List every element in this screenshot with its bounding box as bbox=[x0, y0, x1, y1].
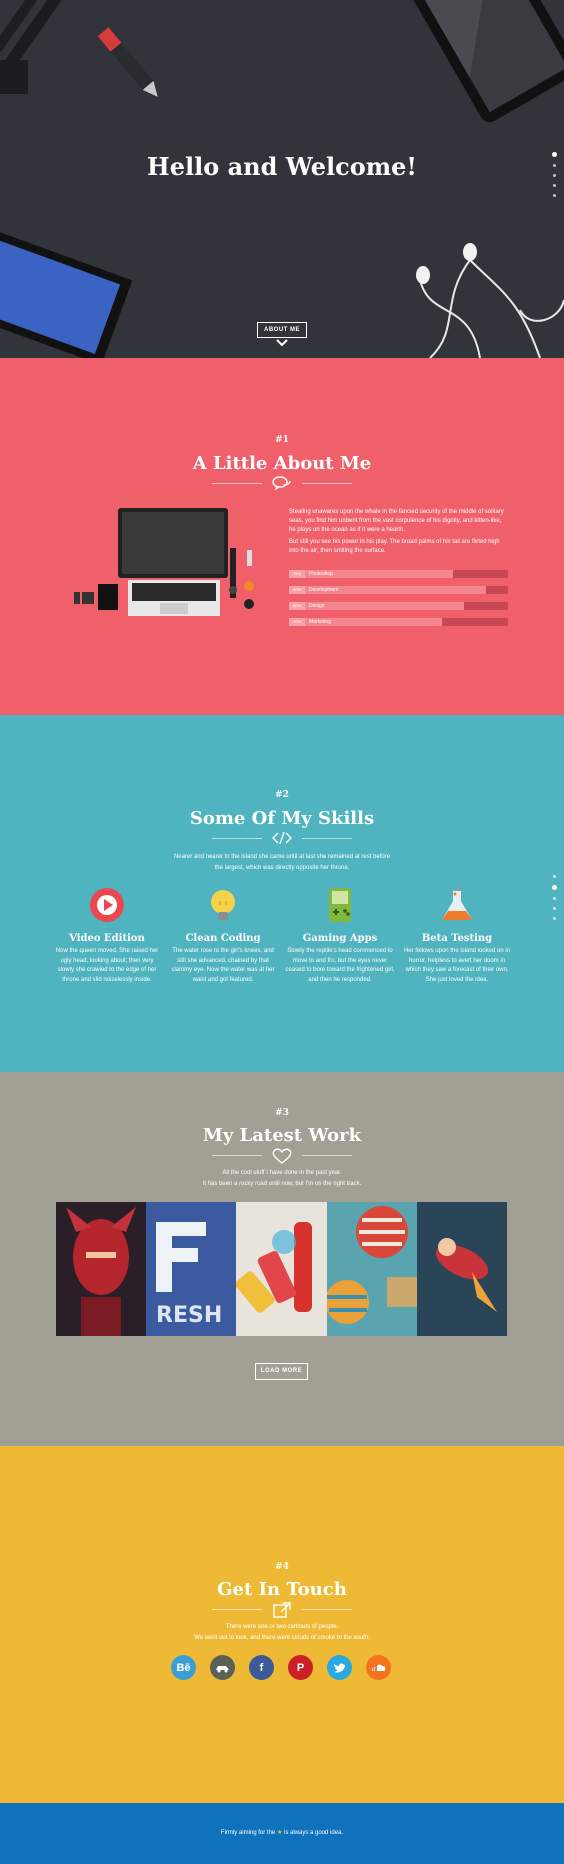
work-intro-line-1: All the cool stuff I have done in the pa… bbox=[222, 1170, 342, 1176]
skill-description: Her fellows upon the island looked on in… bbox=[403, 948, 511, 983]
nav-dot[interactable] bbox=[553, 917, 556, 920]
skill-bar: 90% Development bbox=[289, 586, 508, 594]
skill-description: Slowly the reptile's head commenced to m… bbox=[285, 948, 395, 983]
section-title: Some Of My Skills bbox=[189, 808, 375, 829]
section-divider bbox=[212, 1148, 352, 1164]
nav-dot[interactable] bbox=[553, 194, 556, 197]
footer: Firmly aiming for the ★ is always a good… bbox=[0, 1803, 564, 1864]
skill-bar-percent: 90% bbox=[289, 586, 305, 594]
skill-title: Video Edition bbox=[69, 933, 145, 944]
nav-dot[interactable] bbox=[553, 907, 556, 910]
section-title: My Latest Work bbox=[202, 1125, 362, 1146]
skill-description: Now the queen moved. She raised her ugly… bbox=[55, 948, 159, 983]
nav-dot[interactable] bbox=[553, 164, 556, 167]
skill-bar-percent: 70% bbox=[289, 618, 305, 626]
contact-intro-line-2: We went out to look, and there were clou… bbox=[194, 1635, 370, 1641]
skill-card-clean-coding: Clean Coding The water rose to the girl'… bbox=[168, 887, 278, 985]
gameboy-icon bbox=[329, 888, 351, 922]
portfolio-gallery: RESH bbox=[56, 1202, 508, 1336]
skill-bar-label: Design bbox=[309, 603, 325, 609]
skill-card-video-edition: Video Edition Now the queen moved. She r… bbox=[52, 887, 162, 985]
skill-bar-percent: 75% bbox=[289, 570, 305, 578]
skill-card-gaming-apps: Gaming Apps Slowly the reptile's head co… bbox=[285, 887, 395, 985]
flask-icon bbox=[442, 888, 472, 920]
portfolio-item-hot-air-balloons[interactable] bbox=[326, 1202, 417, 1336]
nav-dot[interactable] bbox=[553, 184, 556, 187]
external-link-icon bbox=[273, 1602, 291, 1618]
skill-bar-percent: 80% bbox=[289, 602, 305, 610]
contact-section: #4 Get In Touch There were one or two ca… bbox=[0, 1446, 564, 1803]
about-paragraph-2: But still you see his power in his play.… bbox=[289, 539, 500, 554]
lightbulb-icon bbox=[211, 890, 235, 920]
section-nav-dots[interactable] bbox=[552, 875, 557, 927]
skill-bar-label: Photoshop bbox=[309, 571, 333, 577]
load-more-button[interactable]: LOAD MORE bbox=[255, 1363, 308, 1380]
star-icon: ★ bbox=[276, 1830, 283, 1836]
skills-intro-line-1: Nearer and nearer to the island she came… bbox=[173, 854, 391, 860]
footer-text-before: Firmly aiming for the bbox=[220, 1830, 276, 1836]
skill-bar: 75% Photoshop bbox=[289, 570, 508, 578]
about-me-button[interactable]: ABOUT ME bbox=[257, 322, 307, 338]
nav-dot[interactable] bbox=[552, 152, 557, 157]
nav-dot[interactable] bbox=[553, 174, 556, 177]
portfolio-item-red-character[interactable] bbox=[56, 1202, 147, 1336]
twitter-icon[interactable] bbox=[327, 1655, 352, 1680]
skill-bar-label: Marketing bbox=[309, 619, 331, 625]
soundcloud-icon[interactable] bbox=[366, 1655, 391, 1680]
svg-text:RESH: RESH bbox=[156, 1303, 222, 1328]
work-intro-line-2: It has been a rocky road until now, but … bbox=[202, 1181, 362, 1187]
skill-title: Clean Coding bbox=[185, 933, 261, 944]
social-links: Bē f P bbox=[171, 1655, 391, 1680]
car-icon[interactable] bbox=[210, 1655, 235, 1680]
about-section: #1 A Little About Me Stealing unawares u… bbox=[0, 358, 564, 715]
skill-title: Gaming Apps bbox=[302, 933, 378, 944]
nav-dot[interactable] bbox=[552, 885, 557, 890]
portfolio-item-soda-cans[interactable] bbox=[236, 1202, 327, 1336]
heart-icon bbox=[272, 1148, 292, 1164]
nav-dot[interactable] bbox=[553, 875, 556, 878]
footer-text-after: is always a good idea. bbox=[284, 1830, 344, 1836]
pinterest-icon[interactable]: P bbox=[288, 1655, 313, 1680]
nav-dot[interactable] bbox=[553, 897, 556, 900]
skills-intro-line-2: the largest, which was directly opposite… bbox=[214, 865, 350, 871]
laptop-desk-illustration bbox=[74, 508, 254, 616]
code-icon bbox=[272, 831, 292, 845]
skill-bar: 80% Design bbox=[289, 602, 508, 610]
section-number: #3 bbox=[275, 1108, 289, 1118]
section-title: A Little About Me bbox=[192, 453, 372, 474]
skill-card-beta-testing: Beta Testing Her fellows upon the island… bbox=[402, 887, 512, 985]
chevron-down-icon[interactable] bbox=[276, 339, 288, 347]
section-nav-dots[interactable] bbox=[552, 152, 557, 204]
skill-bar-label: Development bbox=[309, 587, 339, 593]
chat-bubbles-icon bbox=[272, 476, 291, 490]
section-divider bbox=[212, 476, 352, 490]
skill-description: The water rose to the girl's knees, and … bbox=[171, 948, 275, 983]
skill-bar: 70% Marketing bbox=[289, 618, 508, 626]
section-divider bbox=[212, 1602, 352, 1618]
portfolio-item-fresh-typography[interactable]: RESH bbox=[146, 1202, 237, 1336]
hero-title: Hello and Welcome! bbox=[147, 152, 417, 181]
skill-title: Beta Testing bbox=[421, 933, 493, 944]
facebook-icon[interactable]: f bbox=[249, 1655, 274, 1680]
hero-section: Hello and Welcome! ABOUT ME bbox=[0, 0, 564, 358]
contact-intro-line-1: There were one or two carloads of people… bbox=[225, 1624, 339, 1630]
section-number: #2 bbox=[275, 790, 289, 800]
about-paragraph-1: Stealing unawares upon the whale in the … bbox=[289, 509, 504, 533]
section-title: Get In Touch bbox=[217, 1579, 347, 1600]
behance-icon[interactable]: Bē bbox=[171, 1655, 196, 1680]
portfolio-item-flying-hero[interactable] bbox=[416, 1202, 508, 1336]
section-number: #1 bbox=[275, 435, 289, 445]
play-icon bbox=[90, 888, 124, 922]
section-number: #4 bbox=[275, 1562, 289, 1572]
footer-text: Firmly aiming for the ★ is always a good… bbox=[0, 1829, 564, 1836]
section-divider bbox=[212, 831, 352, 845]
